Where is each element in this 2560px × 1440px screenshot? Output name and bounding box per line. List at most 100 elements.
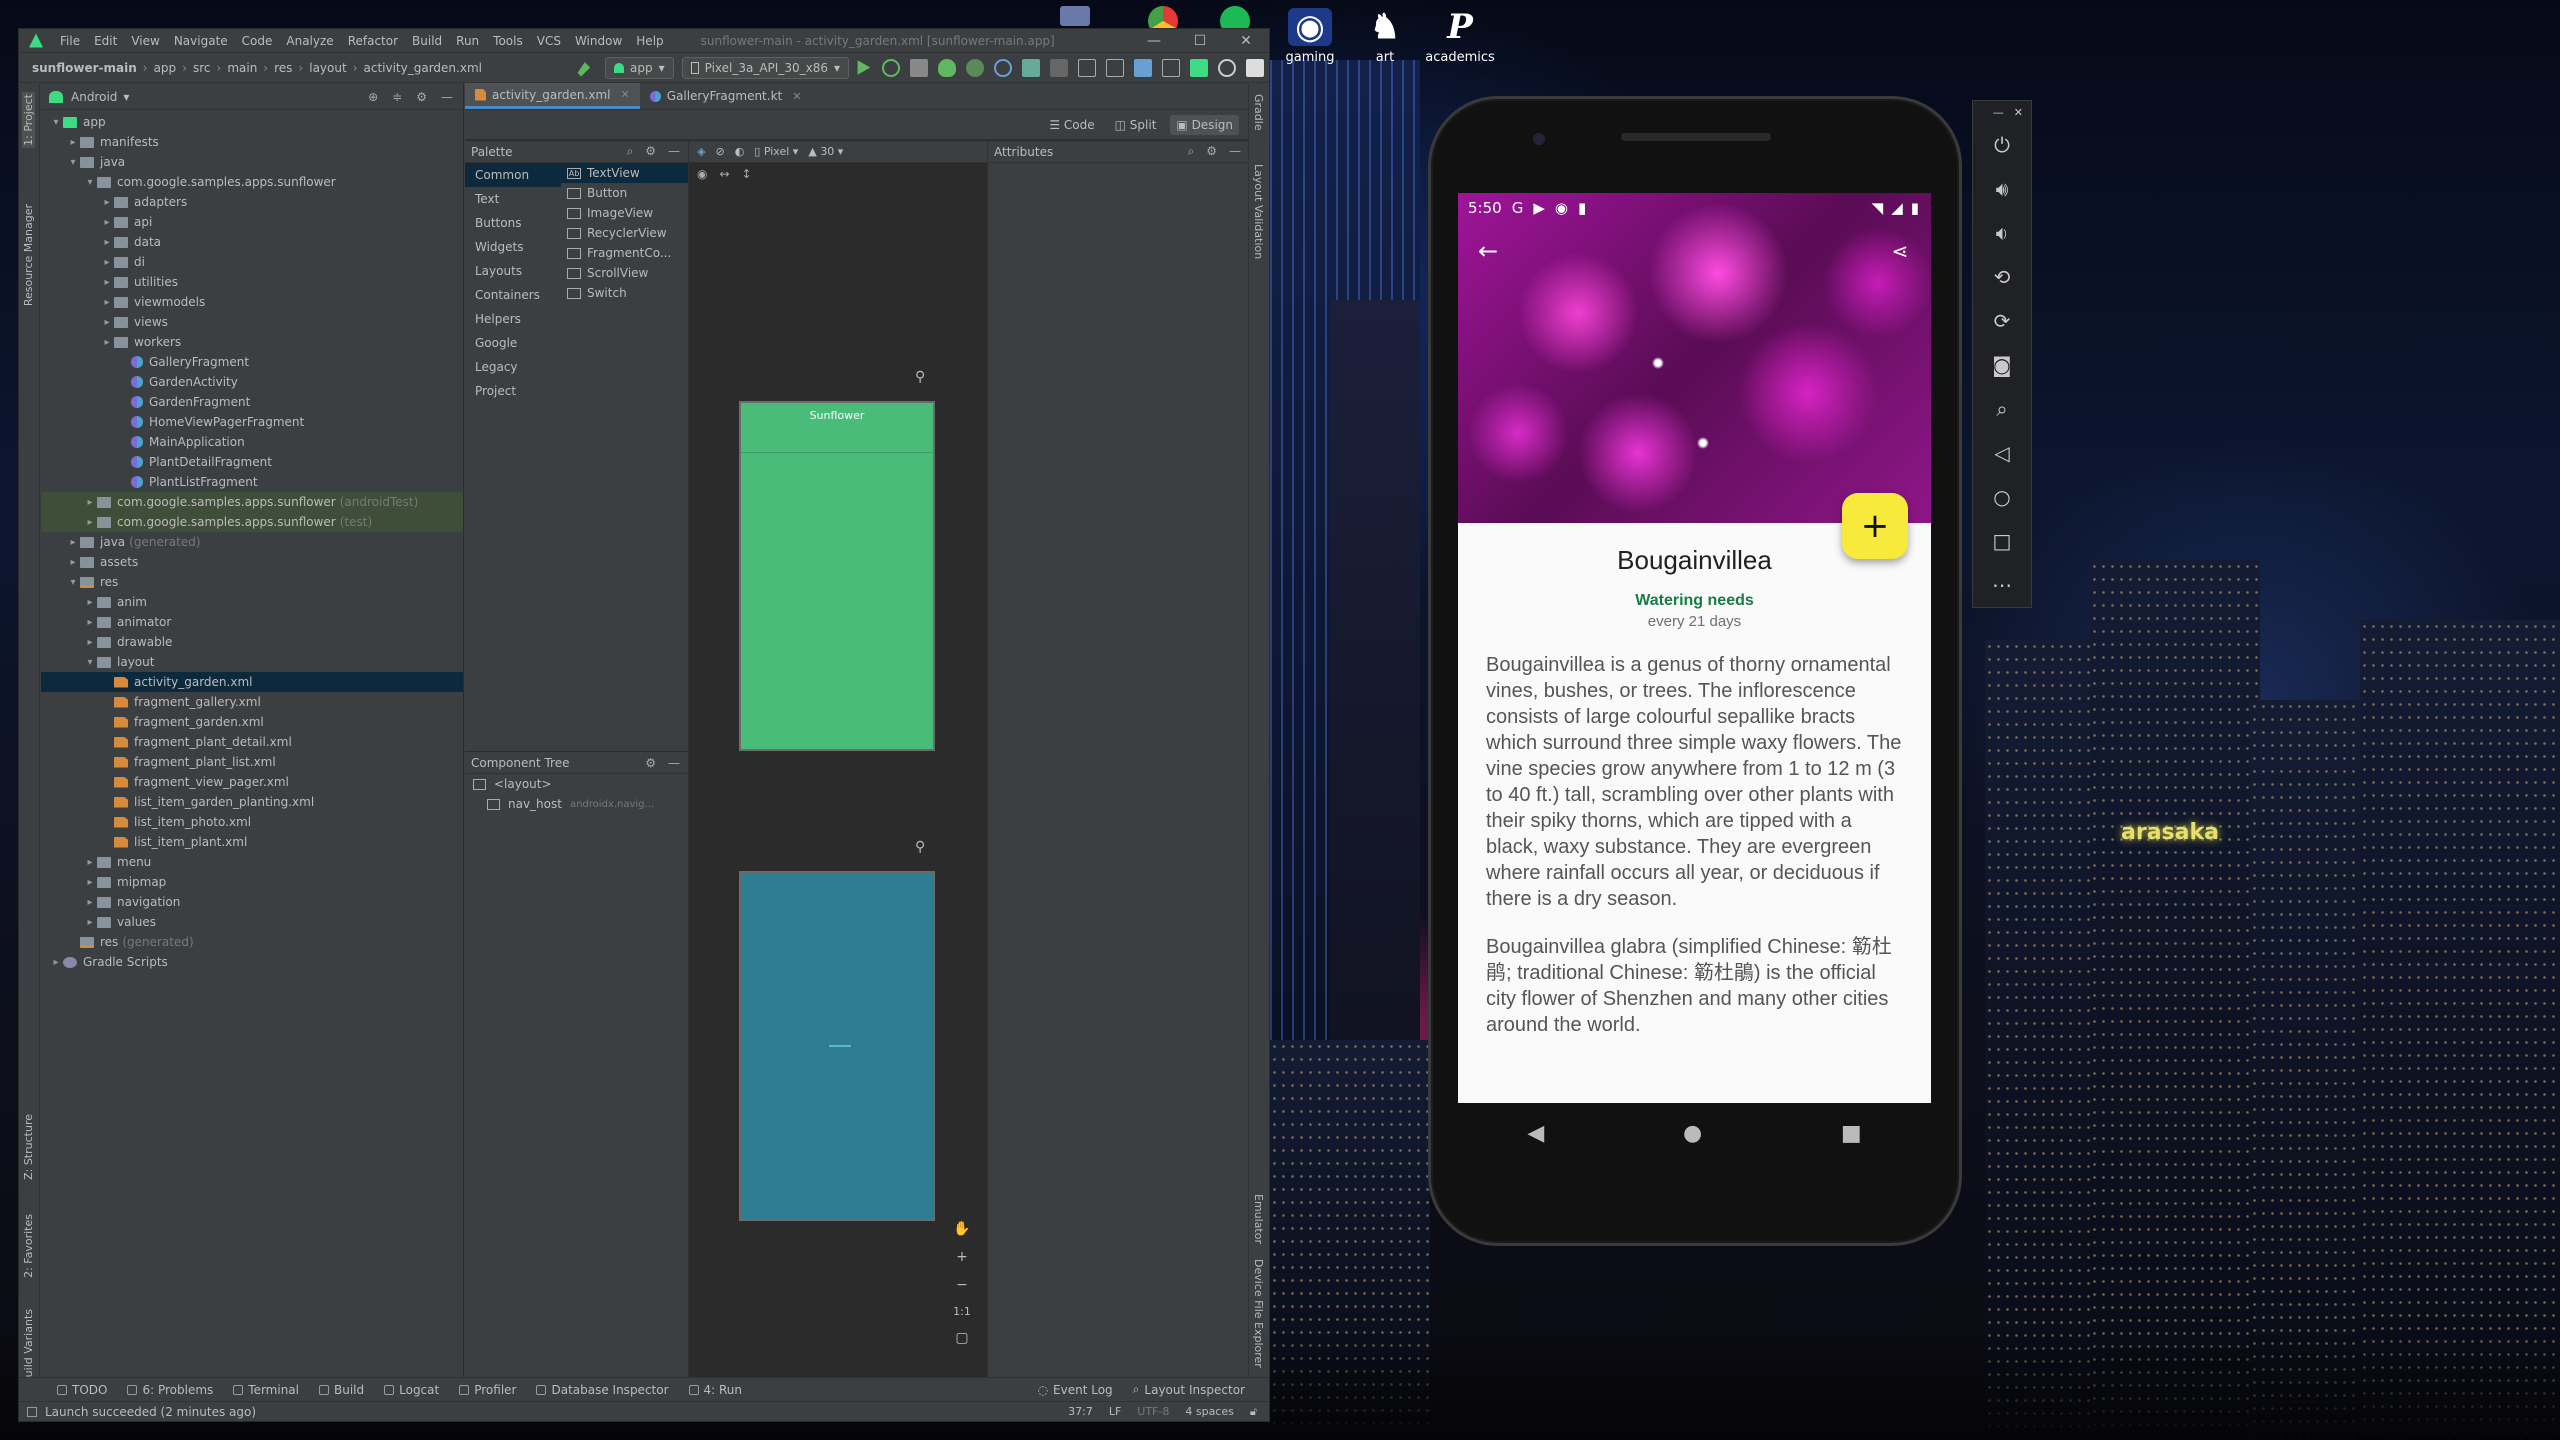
palette-category[interactable]: Google <box>465 331 561 355</box>
tool-window-gradle[interactable]: Gradle <box>1252 94 1265 131</box>
event-log-button[interactable]: ◌ Event Log <box>1028 1382 1123 1397</box>
align-icon[interactable]: ↕ <box>742 167 752 181</box>
maximize-icon[interactable]: ☐ <box>1177 33 1223 49</box>
chevron-down-icon[interactable]: ▾ <box>123 90 129 104</box>
device-select[interactable]: Pixel_3a_API_30_x86 ▾ <box>681 56 849 79</box>
tree-item[interactable]: res (generated) <box>41 932 463 952</box>
chevron-right-icon[interactable]: ▸ <box>100 197 114 208</box>
palette-category[interactable]: Project <box>465 379 561 403</box>
locate-icon[interactable]: ⊕ <box>368 90 378 104</box>
tree-item[interactable]: fragment_plant_detail.xml <box>41 732 463 752</box>
tree-item[interactable]: ▾ layout <box>41 652 463 672</box>
tree-item[interactable]: ▾ com.google.samples.apps.sunflower <box>41 172 463 192</box>
bottom-tool-button[interactable]: Logcat <box>374 1383 449 1397</box>
sync-gradle-icon[interactable] <box>1134 58 1152 77</box>
chevron-right-icon[interactable]: ▸ <box>83 897 97 908</box>
close-icon[interactable]: ✕ <box>2014 106 2023 119</box>
tool-window-project[interactable]: 1: Project <box>22 92 35 148</box>
tree-item[interactable]: fragment_garden.xml <box>41 712 463 732</box>
menu-refactor[interactable]: Refactor <box>341 34 405 48</box>
mode-design-button[interactable]: ▣ Design <box>1170 114 1239 135</box>
rotate-left-icon[interactable]: ⟲ <box>1973 255 2031 299</box>
chevron-right-icon[interactable]: ▸ <box>83 877 97 888</box>
project-structure-icon[interactable] <box>1078 58 1096 77</box>
back-arrow-icon[interactable]: ← <box>1468 231 1508 271</box>
tree-item[interactable]: ▸ values <box>41 912 463 932</box>
zoom-in-icon[interactable]: + <box>956 1249 968 1265</box>
tree-item[interactable]: fragment_view_pager.xml <box>41 772 463 792</box>
menu-vcs[interactable]: VCS <box>530 34 568 48</box>
palette-category[interactable]: Buttons <box>465 211 561 235</box>
mode-code-button[interactable]: ☰ Code <box>1043 115 1100 135</box>
search-icon[interactable]: ⌕ <box>1188 144 1195 159</box>
layout-preview[interactable]: Sunflower <box>739 401 935 751</box>
tree-item[interactable]: ▾ java <box>41 152 463 172</box>
palette-widget[interactable]: Button <box>561 183 688 203</box>
profile-icon[interactable] <box>966 58 984 77</box>
nav-recents-icon[interactable]: ■ <box>1841 1121 1862 1146</box>
chevron-right-icon[interactable]: ▸ <box>100 257 114 268</box>
breadcrumb-item[interactable]: activity_garden.xml <box>361 61 485 75</box>
desktop-icon-gaming[interactable]: ◉ gaming <box>1270 8 1350 65</box>
tree-item[interactable]: ▸ drawable <box>41 632 463 652</box>
palette-category[interactable]: Containers <box>465 283 561 307</box>
bottom-tool-button[interactable]: 4: Run <box>679 1383 753 1397</box>
tree-item[interactable]: ▸ utilities <box>41 272 463 292</box>
palette-widget[interactable]: ImageView <box>561 203 688 223</box>
menu-code[interactable]: Code <box>235 34 280 48</box>
tree-item[interactable]: list_item_garden_planting.xml <box>41 792 463 812</box>
lock-icon[interactable]: 🔓︎ <box>1250 1405 1257 1419</box>
nav-back-icon[interactable]: ◀ <box>1527 1121 1544 1146</box>
tree-item[interactable]: ▸ views <box>41 312 463 332</box>
tree-item[interactable]: ▸ viewmodels <box>41 292 463 312</box>
tool-window-layout-validation[interactable]: Layout Validation <box>1252 164 1265 259</box>
tool-window-build-variants[interactable]: Build Variants <box>22 1309 35 1385</box>
palette-category[interactable]: Widgets <box>465 235 561 259</box>
close-icon[interactable]: ✕ <box>620 88 629 101</box>
tree-item[interactable]: PlantListFragment <box>41 472 463 492</box>
chevron-down-icon[interactable]: ▾ <box>83 657 97 668</box>
chevron-right-icon[interactable]: ▸ <box>83 517 97 528</box>
apply-changes-icon[interactable] <box>882 58 900 77</box>
caret-position[interactable]: 37:7 <box>1068 1405 1093 1419</box>
tree-item[interactable]: ▸ workers <box>41 332 463 352</box>
chevron-right-icon[interactable]: ▸ <box>100 277 114 288</box>
camera-icon[interactable]: ◙ <box>1973 343 2031 387</box>
chevron-right-icon[interactable]: ▸ <box>100 297 114 308</box>
power-icon[interactable]: ⏻ <box>1973 123 2031 167</box>
palette-category[interactable]: Text <box>465 187 561 211</box>
sdk-manager-icon[interactable] <box>1190 58 1208 77</box>
zoom-out-icon[interactable]: − <box>956 1277 968 1293</box>
tree-item[interactable]: ▸ com.google.samples.apps.sunflower (andro… <box>41 492 463 512</box>
home-icon[interactable]: ○ <box>1973 475 2031 519</box>
breadcrumb-item[interactable]: res <box>271 61 295 75</box>
component-tree-item-nav-host[interactable]: nav_host androidx.navig... <box>465 794 688 814</box>
chevron-down-icon[interactable]: ▾ <box>66 577 80 588</box>
palette-widget[interactable]: RecyclerView <box>561 223 688 243</box>
tree-item[interactable]: fragment_plant_list.xml <box>41 752 463 772</box>
chevron-right-icon[interactable]: ▸ <box>100 237 114 248</box>
tree-item[interactable]: list_item_plant.xml <box>41 832 463 852</box>
menu-analyze[interactable]: Analyze <box>279 34 340 48</box>
gear-icon[interactable]: ⚙ <box>1206 144 1217 159</box>
hide-icon[interactable]: — <box>1229 144 1241 159</box>
tree-item[interactable]: ▸ menu <box>41 852 463 872</box>
more-icon[interactable]: ⋯ <box>1973 563 2031 607</box>
desktop-icon-art[interactable]: ♞ art <box>1345 8 1425 65</box>
status-toggle-icon[interactable] <box>27 1406 37 1417</box>
zoom-actual-button[interactable]: 1:1 <box>953 1305 971 1318</box>
minimize-icon[interactable]: — <box>1993 106 2004 119</box>
mode-split-button[interactable]: ◫ Split <box>1109 115 1163 135</box>
gear-icon[interactable]: ⚙ <box>645 144 656 159</box>
tree-item[interactable]: ▸ Gradle Scripts <box>41 952 463 972</box>
chevron-right-icon[interactable]: ▸ <box>100 337 114 348</box>
bottom-tool-button[interactable]: Build <box>309 1383 374 1397</box>
blueprint-preview[interactable] <box>739 871 935 1221</box>
menu-edit[interactable]: Edit <box>87 34 124 48</box>
rotate-right-icon[interactable]: ⟳ <box>1973 299 2031 343</box>
nav-home-icon[interactable]: ● <box>1683 1121 1702 1146</box>
chevron-right-icon[interactable]: ▸ <box>83 497 97 508</box>
tree-item[interactable]: ▸ assets <box>41 552 463 572</box>
tree-item[interactable]: activity_garden.xml <box>41 672 463 692</box>
tree-item[interactable]: ▸ com.google.samples.apps.sunflower (test) <box>41 512 463 532</box>
